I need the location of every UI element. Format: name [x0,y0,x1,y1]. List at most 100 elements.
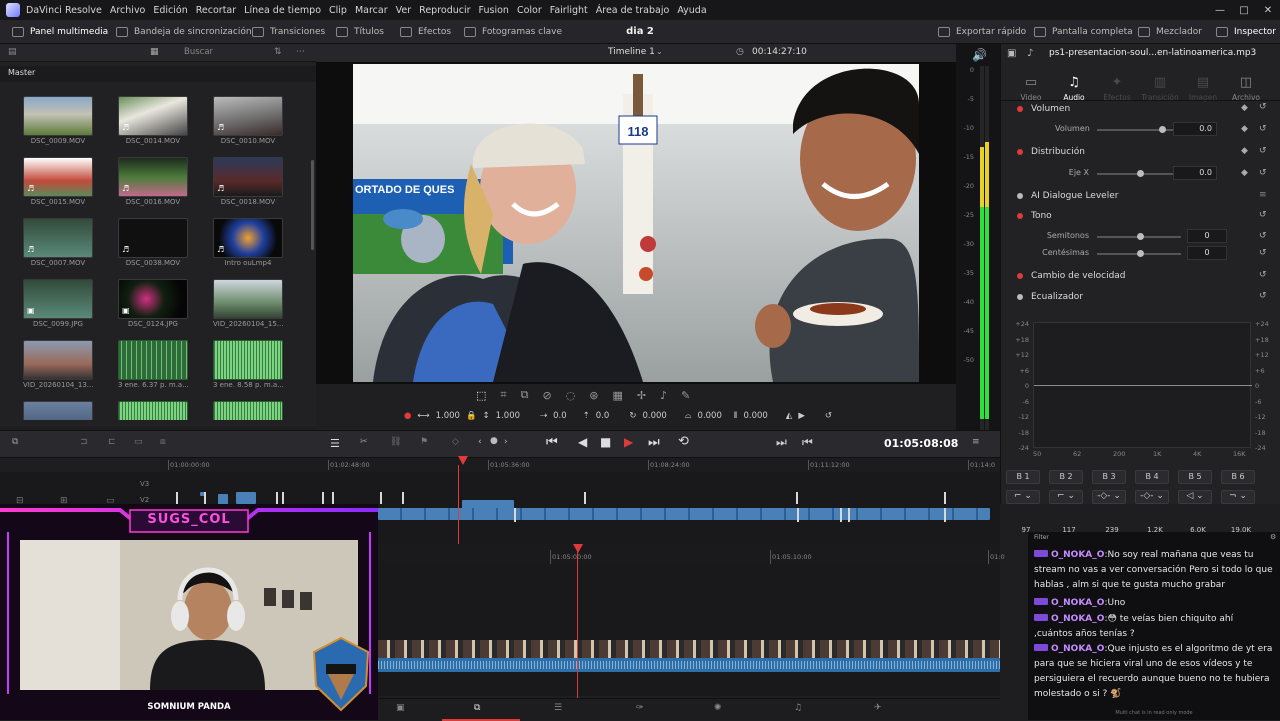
open-fx-icon[interactable]: ⊛ [589,389,598,402]
crop-icon[interactable]: ⌗ [500,388,506,402]
fusion-overlay-icon[interactable]: ▦ [613,389,623,402]
menu-item[interactable]: Fairlight [550,5,588,16]
lower-playhead-handle[interactable] [573,544,583,553]
media-clip[interactable]: ▣ DSC_0099.JPG [23,279,93,328]
menu-item[interactable]: Color [517,5,542,16]
search-input[interactable]: Buscar [184,47,264,59]
timeline-marker[interactable] [944,492,946,504]
distribution-section[interactable]: Distribución [1009,142,1273,162]
enable-dot-icon[interactable] [1017,273,1023,279]
equalizer-section[interactable]: Ecualizador [1009,287,1273,307]
timeline-marker[interactable] [796,492,798,504]
menu-item[interactable]: Ayuda [677,5,706,16]
volume-section[interactable]: Volumen [1009,99,1273,119]
reset-icon[interactable]: ↺ [1259,210,1267,220]
minimize-button[interactable]: — [1208,5,1232,16]
blade-icon[interactable]: ✂ [360,437,368,447]
distribution-value[interactable]: 0.0 [1173,166,1217,180]
media-clip[interactable]: VID_20260104_13... [23,340,93,389]
semitones-value[interactable]: 0 [1187,229,1227,243]
chat-filter[interactable]: Filter [1034,534,1049,541]
eq-band-button[interactable]: B 5 [1178,470,1212,484]
titles-button[interactable]: Títulos [336,20,384,44]
enable-dot-icon[interactable] [1017,213,1023,219]
insert-icon[interactable]: ⊏ [108,437,116,447]
keyframe-icon[interactable]: ◆ [1241,146,1248,156]
grid-view-icon[interactable]: ▦ [150,47,159,57]
deliver-page-icon[interactable]: ✈ [874,703,882,713]
semitones-slider-knob[interactable] [1137,233,1144,240]
media-clip[interactable]: ♬ DSC_0010.MOV [213,96,283,145]
media-clip[interactable]: ♬ DSC_0016.MOV [118,157,188,206]
eq-band-shape-dropdown[interactable]: -◇- ⌄ [1092,490,1126,504]
media-page-icon[interactable]: ▣ [396,703,405,713]
eq-band-shape-dropdown[interactable]: ⌐ ⌄ [1049,490,1083,504]
timeline-marker[interactable] [322,492,324,504]
eq-band-button[interactable]: B 1 [1006,470,1040,484]
inspector-button[interactable]: Inspector [1216,20,1276,44]
menu-item[interactable]: Línea de tiempo [244,5,321,16]
eq-band-button[interactable]: B 2 [1049,470,1083,484]
timeline-clip-strip[interactable] [378,508,990,520]
distribution-slider[interactable] [1097,170,1181,177]
fusion-page-icon[interactable]: ✑ [636,703,644,713]
media-clip[interactable]: ♬ Intro ouLmp4 [213,218,283,267]
timeline-name[interactable]: Timeline 1 [608,47,655,57]
cents-value[interactable]: 0 [1187,246,1227,260]
timeline-marker[interactable] [584,492,586,504]
timeline-marker[interactable] [276,492,278,504]
media-pool-scrollbar[interactable] [311,160,314,250]
menu-item[interactable]: Clip [329,5,347,16]
pitch-value[interactable]: 0.000 [698,411,722,421]
timeline-marker[interactable] [332,492,334,504]
go-to-end-button[interactable]: ⏭ [648,435,660,450]
enable-dot-icon[interactable] [1017,149,1023,155]
reset-icon[interactable]: ↺ [1259,124,1267,134]
fairlight-page-icon[interactable]: ♫ [794,703,802,713]
fullscreen-button[interactable]: Pantalla completa [1034,20,1133,44]
marker-icon[interactable]: ◇ [452,437,459,447]
timeline-marker[interactable] [282,492,284,504]
menu-item[interactable]: Marcar [355,5,388,16]
flip-vertical-icon[interactable]: ▶ [798,411,805,421]
reset-icon[interactable]: ↺ [1259,168,1267,178]
cents-slider[interactable] [1097,250,1181,257]
bin-master[interactable]: Master [0,66,316,82]
menu-icon[interactable]: ≡ [1259,190,1267,200]
reset-transform-icon[interactable]: ↺ [825,411,832,421]
transform-icon[interactable]: ⬚ [476,389,486,402]
quick-export-button[interactable]: Exportar rápido [938,20,1026,44]
media-clip[interactable] [213,401,283,420]
media-clip[interactable]: 3 ene. 8.58 p. m.a... [213,340,284,389]
media-pool-button[interactable]: Panel multimedia [12,20,108,44]
enable-dot-icon[interactable] [1017,193,1023,199]
stop-button[interactable]: ■ [600,435,611,449]
position-x-value[interactable]: 0.0 [553,411,567,421]
timeline-marker[interactable] [797,508,799,522]
media-clip[interactable]: ♬ DSC_0038.MOV [118,218,188,267]
replace-icon[interactable]: ⧈ [160,437,166,447]
more-options-icon[interactable]: ⋯ [296,47,305,57]
distribution-slider-knob[interactable] [1137,170,1144,177]
list-view-icon[interactable]: ▤ [8,47,17,57]
effects-button[interactable]: Efectos [400,20,451,44]
menu-item[interactable]: Fusion [479,5,509,16]
menu-item[interactable]: Área de trabajo [596,5,670,16]
transitions-button[interactable]: Transiciones [252,20,325,44]
transport-timecode[interactable]: 01:05:08:08 [884,437,958,450]
timeline-marker[interactable] [848,508,850,522]
dialogue-leveler-section[interactable]: AI Dialogue Leveler [1009,186,1273,206]
sync-bin-button[interactable]: Bandeja de sincronización [116,20,252,44]
color-page-icon[interactable]: ✺ [714,703,722,713]
lower-playhead[interactable] [577,552,578,698]
snap-icon[interactable]: ⊐ [80,437,88,447]
upper-playhead-handle[interactable] [458,456,468,465]
position-y-value[interactable]: 0.0 [596,411,610,421]
upper-timeline-ruler[interactable]: 01:00:00:00 01:02:48:00 01:05:36:00 01:08:2… [160,458,1000,472]
keyframe-icon[interactable]: ◆ [1241,168,1248,178]
mixer-button[interactable]: Mezclador [1138,20,1202,44]
zoom-y-value[interactable]: 1.000 [496,411,520,421]
eq-band-button[interactable]: B 4 [1135,470,1169,484]
volume-value[interactable]: 0.0 [1173,122,1217,136]
timeline-marker[interactable] [944,508,946,522]
